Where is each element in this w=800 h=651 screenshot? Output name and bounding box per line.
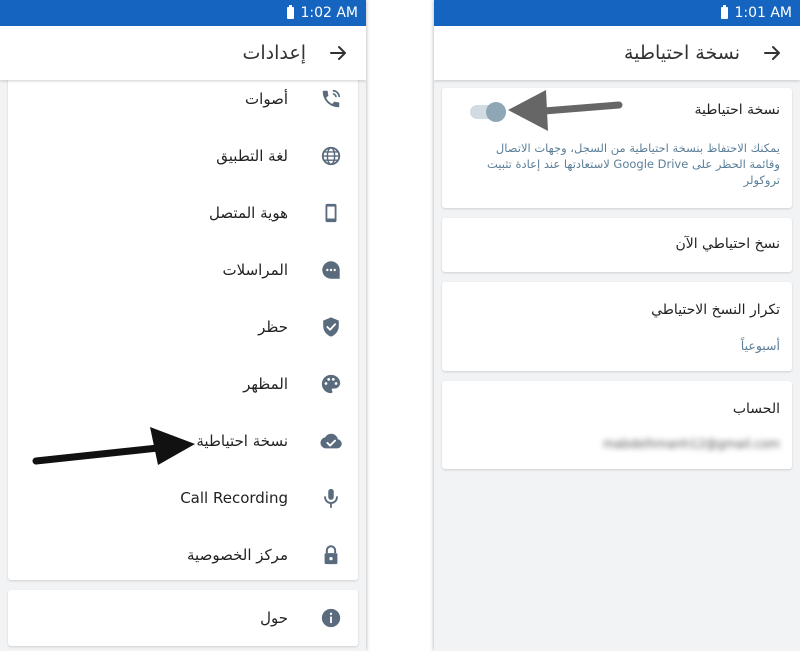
settings-screen: 1:02 AM إعدادات أصوات لغة التطبيق هوية ا… bbox=[0, 0, 366, 651]
about-card: حول bbox=[8, 590, 358, 646]
settings-item-label: المظهر bbox=[243, 374, 288, 393]
settings-item-messaging[interactable]: المراسلات bbox=[8, 241, 358, 298]
settings-item-app-language[interactable]: لغة التطبيق bbox=[8, 127, 358, 184]
page-title: إعدادات bbox=[242, 42, 307, 64]
settings-item-about[interactable]: حول bbox=[8, 590, 358, 646]
settings-item-appearance[interactable]: المظهر bbox=[8, 355, 358, 412]
chat-bubble-icon bbox=[318, 257, 344, 283]
settings-item-label: Call Recording bbox=[180, 488, 288, 507]
backup-frequency-card[interactable]: تكرار النسخ الاحتياطي أسبوعياً bbox=[442, 282, 792, 371]
battery-icon bbox=[721, 5, 729, 19]
settings-item-backup[interactable]: نسخة احتياطية bbox=[8, 412, 358, 469]
settings-item-label: مركز الخصوصية bbox=[187, 545, 288, 564]
status-time: 1:01 AM bbox=[734, 5, 792, 21]
settings-item-label: لغة التطبيق bbox=[216, 146, 288, 165]
cloud-done-icon bbox=[318, 428, 344, 454]
backup-toggle-switch[interactable] bbox=[470, 102, 506, 122]
globe-icon bbox=[318, 143, 344, 169]
battery-icon bbox=[287, 5, 295, 19]
shield-check-icon bbox=[318, 314, 344, 340]
app-bar: إعدادات bbox=[0, 26, 366, 80]
settings-item-caller-id[interactable]: هوية المتصل bbox=[8, 184, 358, 241]
account-title: الحساب bbox=[732, 401, 780, 417]
backup-toggle-card: نسخة احتياطية يمكنك الاحتفاظ بنسخة احتيا… bbox=[442, 88, 792, 208]
microphone-icon bbox=[318, 485, 344, 511]
backup-description: يمكنك الاحتفاظ بنسخة احتياطية من السجل، … bbox=[487, 140, 780, 188]
info-icon bbox=[318, 605, 344, 631]
backup-now-button[interactable]: نسخ احتياطي الآن bbox=[442, 218, 792, 272]
backup-now-label: نسخ احتياطي الآن bbox=[675, 236, 780, 252]
backup-card-title: نسخة احتياطية bbox=[694, 102, 780, 118]
settings-item-label: نسخة احتياطية bbox=[196, 431, 288, 450]
account-email: mabdelhmanh12@gmail.com bbox=[603, 437, 780, 451]
back-arrow-icon[interactable] bbox=[324, 39, 352, 67]
account-card[interactable]: الحساب mabdelhmanh12@gmail.com bbox=[442, 381, 792, 469]
status-bar: 1:02 AM bbox=[0, 0, 366, 26]
settings-item-label: حظر bbox=[258, 317, 288, 336]
settings-item-call-recording[interactable]: Call Recording bbox=[8, 469, 358, 526]
phone-ring-icon bbox=[318, 86, 344, 112]
frequency-value: أسبوعياً bbox=[740, 338, 780, 353]
settings-item-privacy-center[interactable]: مركز الخصوصية bbox=[8, 526, 358, 583]
settings-item-label: هوية المتصل bbox=[209, 203, 288, 222]
toggle-knob bbox=[486, 102, 506, 122]
frequency-title: تكرار النسخ الاحتياطي bbox=[651, 302, 780, 318]
smartphone-icon bbox=[318, 200, 344, 226]
backup-description-line: يمكنك الاحتفاظ بنسخة احتياطية من السجل، … bbox=[495, 141, 780, 155]
backup-description-line: تروكولر bbox=[743, 173, 780, 187]
lock-icon bbox=[318, 542, 344, 568]
settings-item-label: أصوات bbox=[245, 89, 288, 108]
settings-item-label: حول bbox=[260, 609, 288, 627]
status-bar: 1:01 AM bbox=[434, 0, 800, 26]
settings-list-card: أصوات لغة التطبيق هوية المتصل المراسلات … bbox=[8, 70, 358, 580]
back-arrow-icon[interactable] bbox=[758, 39, 786, 67]
page-title: نسخة احتياطية bbox=[623, 42, 740, 64]
settings-item-block[interactable]: حظر bbox=[8, 298, 358, 355]
backup-screen: 1:01 AM نسخة احتياطية نسخة احتياطية يمكن… bbox=[434, 0, 800, 651]
palette-icon bbox=[318, 371, 344, 397]
app-bar: نسخة احتياطية bbox=[434, 26, 800, 80]
backup-description-line: وقائمة الحظر على Google Drive لاستعادتها… bbox=[486, 157, 780, 171]
status-time: 1:02 AM bbox=[300, 5, 358, 21]
settings-item-label: المراسلات bbox=[222, 260, 289, 279]
